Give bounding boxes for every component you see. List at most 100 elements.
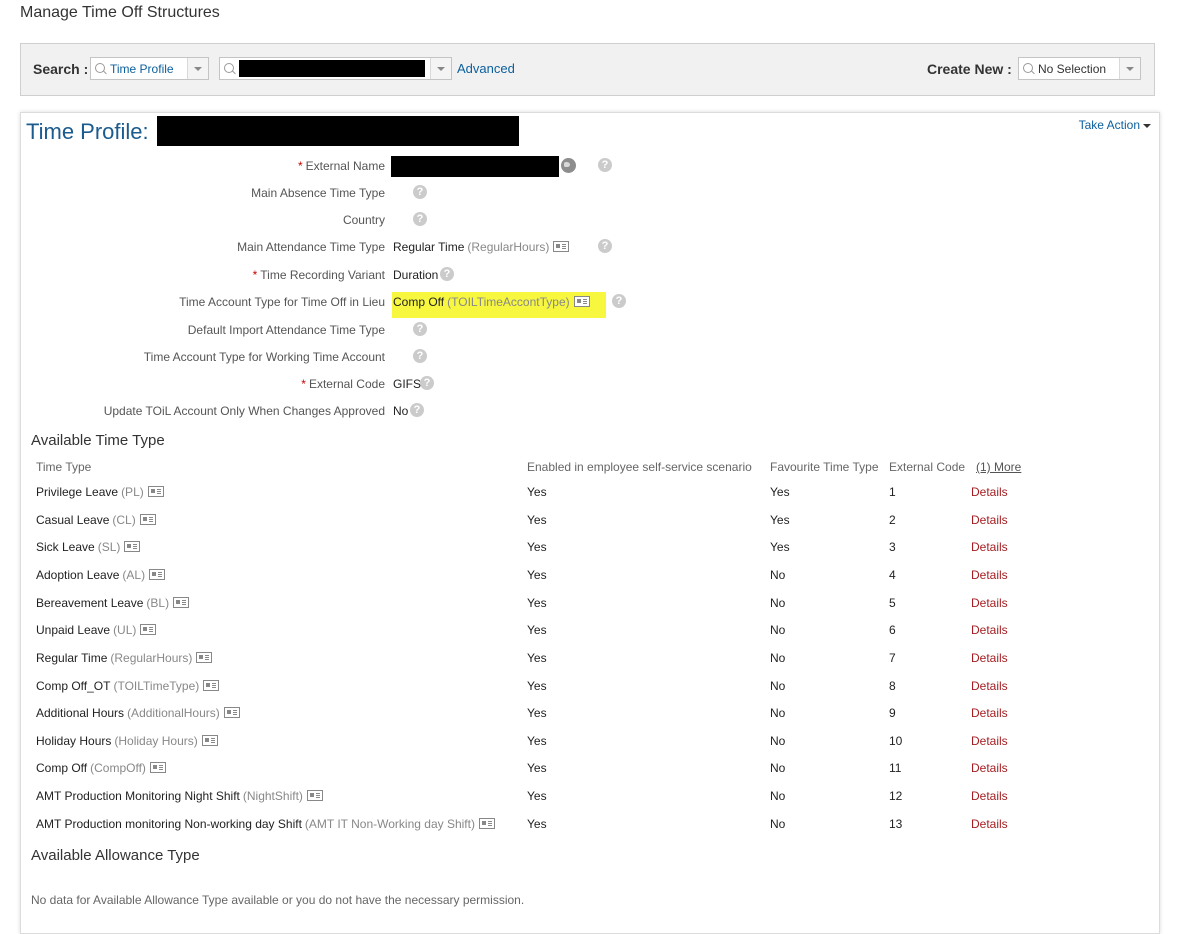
details-card-icon[interactable] [149,569,166,580]
create-new-value: No Selection [1038,62,1107,76]
details-card-icon[interactable] [147,486,164,497]
favourite-cell: Yes [770,513,790,527]
enabled-cell: Yes [527,568,547,582]
chevron-down-icon[interactable] [430,58,451,79]
help-icon[interactable]: ? [598,239,612,253]
details-card-icon[interactable] [573,296,590,307]
enabled-cell: Yes [527,706,547,720]
help-icon[interactable]: ? [612,294,626,308]
profile-title: Time Profile: [26,119,149,144]
field-value: Comp Off (TOILTimeAccontType) [393,295,590,309]
create-new-select[interactable]: No Selection [1018,57,1141,80]
help-icon[interactable]: ? [440,267,454,281]
search-type-select[interactable]: Time Profile [90,57,209,80]
time-type-code: (RegularHours) [110,651,193,665]
field-label-text: External Name [305,159,385,173]
more-columns-link[interactable]: (1) More [976,460,1021,474]
help-icon[interactable]: ? [410,403,424,417]
help-icon[interactable]: ? [413,185,427,199]
field-value-code: (TOILTimeAccontType) [447,295,570,309]
field-label: * External Code [301,377,385,391]
external-code-cell: 13 [889,817,903,831]
details-link[interactable]: Details [971,568,1008,582]
advanced-search-link[interactable]: Advanced [457,61,515,76]
time-type-name: Comp Off_OT [36,679,111,693]
chevron-down-icon[interactable] [1119,58,1140,79]
search-value-input[interactable] [219,57,452,80]
details-link[interactable]: Details [971,651,1008,665]
time-type-name: AMT Production monitoring Non-working da… [36,817,302,831]
field-label-text: Time Account Type for Working Time Accou… [143,350,385,364]
chevron-down-icon[interactable] [187,58,208,79]
redacted-external-name [391,156,559,177]
field-label: * External Name [298,159,385,173]
details-link[interactable]: Details [971,679,1008,693]
details-card-icon[interactable] [553,241,570,252]
field-value-code: (RegularHours) [467,240,550,254]
time-type-code: (NightShift) [242,789,303,803]
time-type-code: (SL) [97,540,121,554]
favourite-cell: Yes [770,540,790,554]
details-card-icon[interactable] [203,680,220,691]
required-marker: * [297,159,303,173]
favourite-cell: No [770,679,786,693]
time-type-name: Unpaid Leave [36,623,111,637]
field-value-text: GIFS [393,377,422,391]
table-row: Adoption Leave (AL) Yes No 4 Details [21,568,1121,588]
field-value-text: Regular Time [393,240,465,254]
time-type-cell: Adoption Leave (AL) [36,568,166,582]
details-link[interactable]: Details [971,761,1008,775]
details-card-icon[interactable] [149,762,166,773]
enabled-cell: Yes [527,651,547,665]
time-type-cell: Holiday Hours (Holiday Hours) [36,734,218,748]
time-type-cell: Bereavement Leave (BL) [36,596,190,610]
field-label-text: Time Account Type for Time Off in Lieu [179,295,385,309]
details-link[interactable]: Details [971,623,1008,637]
help-icon[interactable]: ? [413,212,427,226]
details-card-icon[interactable] [306,790,323,801]
table-row: AMT Production Monitoring Night Shift (Ni… [21,789,1121,809]
field-label-text: Main Absence Time Type [251,186,385,200]
time-type-cell: Unpaid Leave (UL) [36,623,157,637]
details-link[interactable]: Details [971,734,1008,748]
col-header-time-type: Time Type [36,460,92,474]
help-icon[interactable]: ? [598,158,612,172]
enabled-cell: Yes [527,761,547,775]
help-icon[interactable]: ? [420,376,434,390]
help-icon[interactable]: ? [413,349,427,363]
details-link[interactable]: Details [971,817,1008,831]
external-code-cell: 3 [889,540,896,554]
details-card-icon[interactable] [139,514,156,525]
details-card-icon[interactable] [124,541,141,552]
details-link[interactable]: Details [971,485,1008,499]
redacted-profile-name [157,116,519,146]
time-type-cell: Sick Leave (SL) [36,540,141,554]
details-card-icon[interactable] [140,624,157,635]
details-card-icon[interactable] [196,652,213,663]
field-value: No [393,404,408,418]
field-label: * Time Recording Variant [253,268,385,282]
details-link[interactable]: Details [971,513,1008,527]
field-value: Regular Time (RegularHours) [393,240,570,254]
details-link[interactable]: Details [971,540,1008,554]
external-code-cell: 4 [889,568,896,582]
details-card-icon[interactable] [201,735,218,746]
search-icon [95,63,105,73]
take-action-menu[interactable]: Take Action [1079,118,1151,132]
help-icon[interactable]: ? [413,322,427,336]
time-type-code: (UL) [113,623,137,637]
time-type-cell: Comp Off_OT (TOILTimeType) [36,679,220,693]
external-code-cell: 8 [889,679,896,693]
external-code-cell: 9 [889,706,896,720]
details-card-icon[interactable] [223,707,240,718]
take-action-label: Take Action [1078,118,1140,132]
field-label: Main Attendance Time Type [237,240,385,254]
details-card-icon[interactable] [173,597,190,608]
time-type-cell: AMT Production Monitoring Night Shift (Ni… [36,789,323,803]
details-link[interactable]: Details [971,789,1008,803]
details-card-icon[interactable] [478,818,495,829]
globe-icon[interactable] [561,158,576,173]
time-type-code: (TOILTimeType) [113,679,200,693]
details-link[interactable]: Details [971,706,1008,720]
details-link[interactable]: Details [971,596,1008,610]
